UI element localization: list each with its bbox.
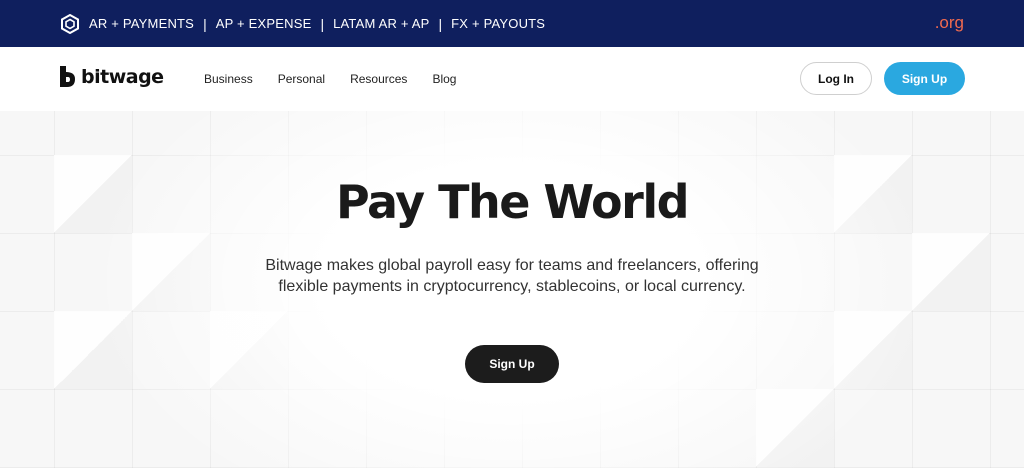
product-links: AR + PAYMENTS | AP + EXPENSE | LATAM AR … bbox=[89, 16, 545, 32]
separator: | bbox=[438, 15, 443, 32]
hero-signup-button[interactable]: Sign Up bbox=[465, 345, 559, 383]
brand-logo[interactable]: bitwage bbox=[58, 64, 164, 90]
link-ar-payments[interactable]: AR + PAYMENTS bbox=[89, 16, 194, 31]
nav-menu: Business Personal Resources Blog bbox=[204, 72, 481, 86]
separator: | bbox=[203, 15, 207, 32]
signup-button[interactable]: Sign Up bbox=[884, 62, 965, 95]
separator: | bbox=[320, 15, 325, 32]
link-ap-expense[interactable]: AP + EXPENSE bbox=[216, 16, 312, 31]
hero-section: Pay The World Bitwage makes global payro… bbox=[0, 111, 1024, 468]
link-latam-ar-ap[interactable]: LATAM AR + AP bbox=[333, 16, 429, 31]
login-button[interactable]: Log In bbox=[800, 62, 872, 95]
org-link[interactable]: .org bbox=[935, 13, 964, 33]
hero-title: Pay The World bbox=[335, 175, 690, 229]
nav-item-business[interactable]: Business bbox=[204, 72, 253, 86]
nav-item-personal[interactable]: Personal bbox=[278, 72, 325, 86]
top-bar: AR + PAYMENTS | AP + EXPENSE | LATAM AR … bbox=[0, 0, 1024, 47]
hero-subtitle: Bitwage makes global payroll easy for te… bbox=[265, 257, 759, 295]
hexagon-logo-icon[interactable] bbox=[60, 13, 80, 34]
link-fx-payouts[interactable]: FX + PAYOUTS bbox=[451, 16, 545, 31]
bitwage-logo-icon bbox=[58, 64, 78, 90]
brand-name: bitwage bbox=[81, 66, 164, 88]
nav-item-blog[interactable]: Blog bbox=[432, 72, 456, 86]
main-nav: bitwage Business Personal Resources Blog… bbox=[0, 47, 1024, 111]
nav-item-resources[interactable]: Resources bbox=[350, 72, 407, 86]
